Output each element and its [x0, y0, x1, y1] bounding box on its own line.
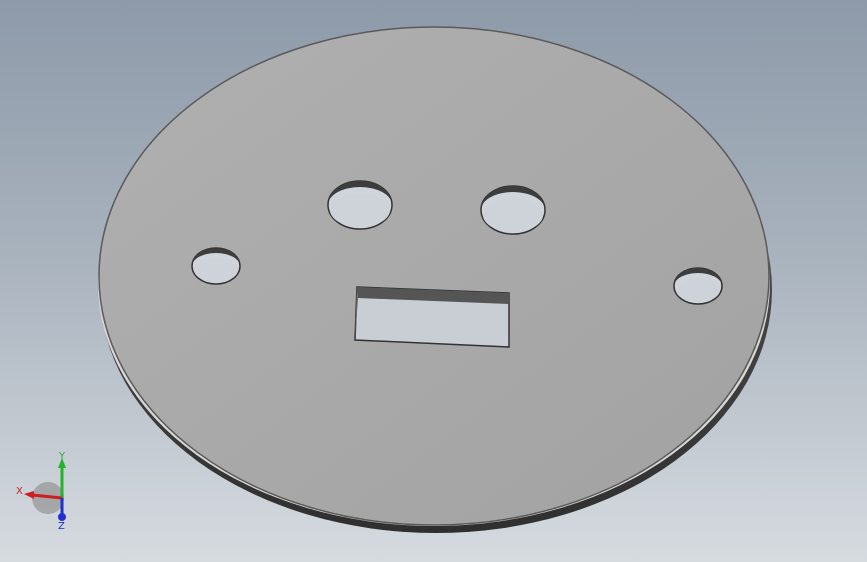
rectangular-slot[interactable]	[354, 286, 510, 348]
reference-triad: Y X Z	[16, 451, 66, 530]
x-axis-arrow-icon	[24, 491, 34, 499]
z-axis-arrow-icon	[58, 513, 66, 521]
y-axis-label: Y	[58, 451, 66, 462]
hole-upper-left[interactable]	[327, 180, 393, 230]
graphics-viewport[interactable]: Y X Z	[0, 0, 867, 562]
model-view[interactable]	[0, 0, 867, 562]
hole-left[interactable]	[191, 247, 241, 285]
x-axis-label: X	[16, 486, 23, 497]
hole-right[interactable]	[673, 267, 723, 305]
z-axis-label: Z	[58, 521, 65, 530]
hole-upper-right[interactable]	[480, 185, 546, 235]
